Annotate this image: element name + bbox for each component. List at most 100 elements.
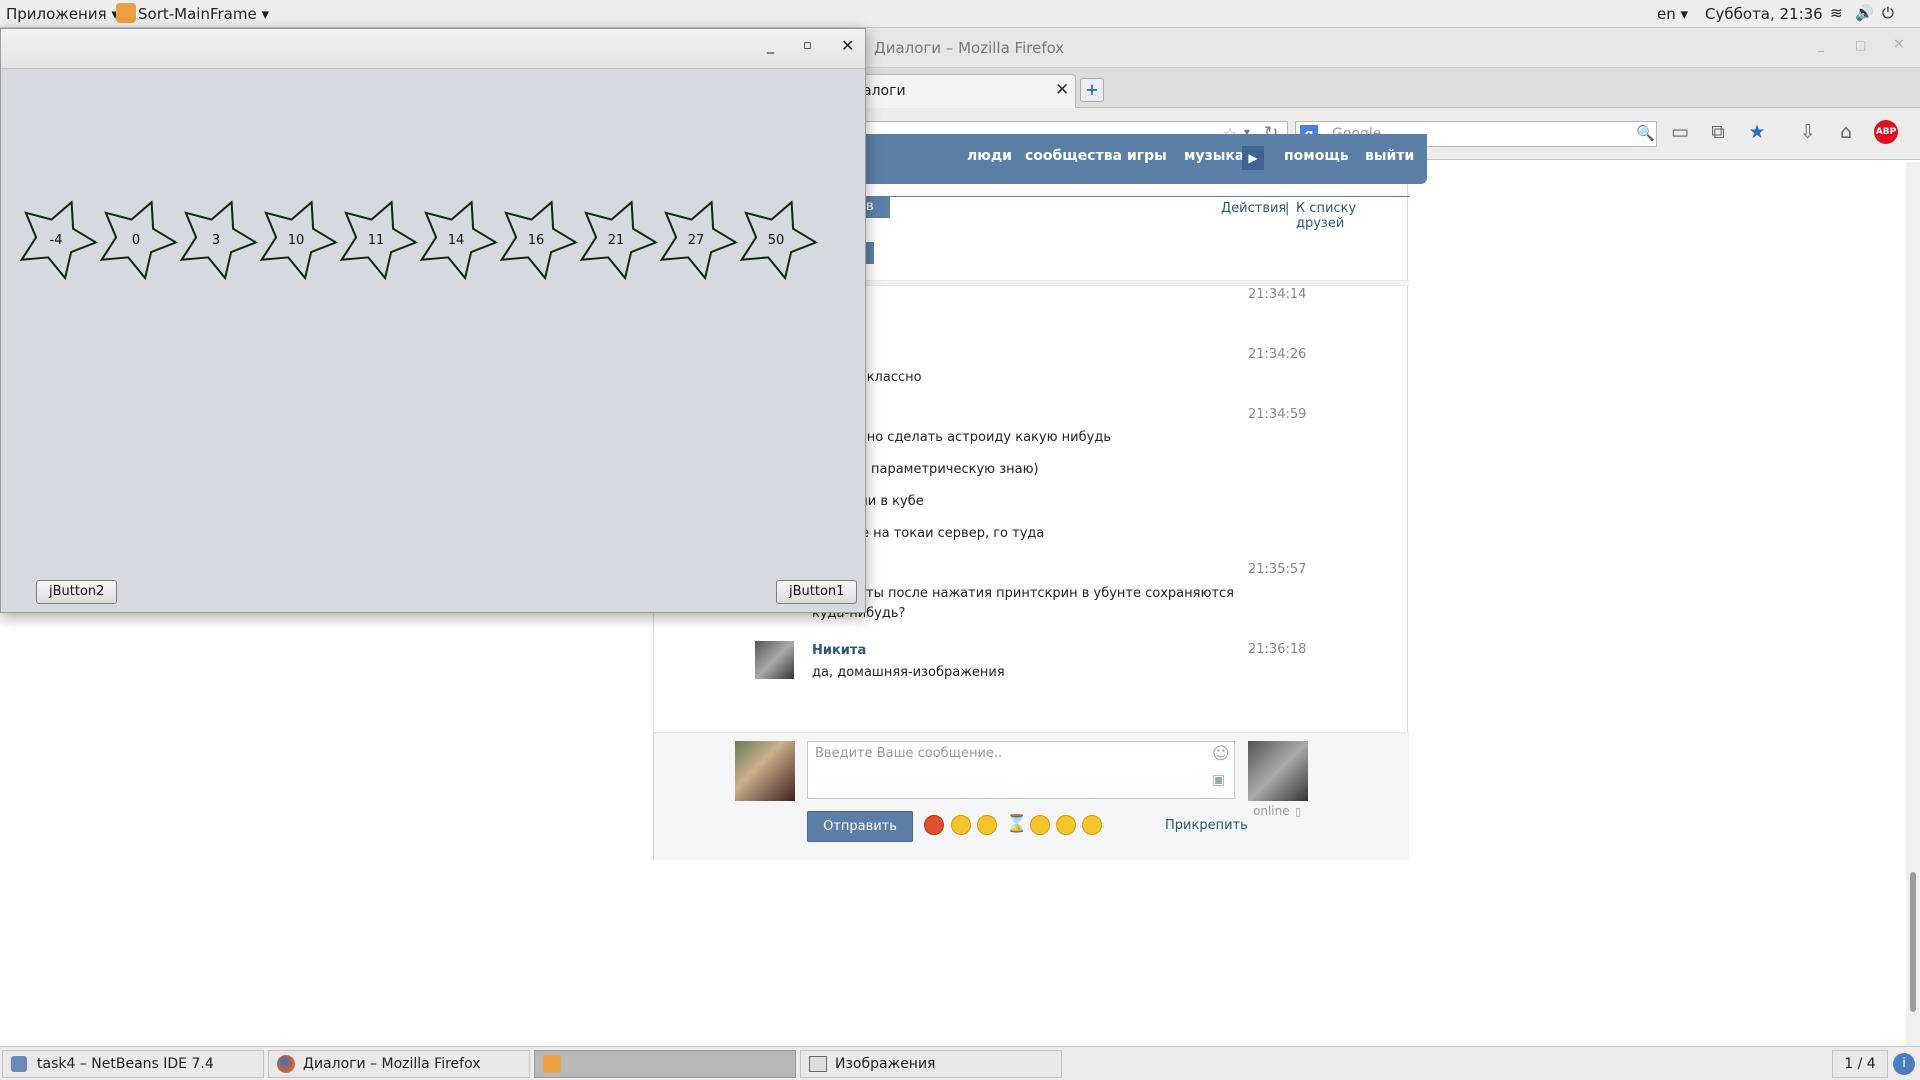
screenshot-icon[interactable]: ⧉ xyxy=(1706,120,1730,144)
nav-communities[interactable]: сообщества xyxy=(1025,148,1122,164)
java-maximize-icon[interactable]: ▫ xyxy=(803,38,812,53)
star-value: 21 xyxy=(608,233,625,248)
new-tab-button[interactable]: + xyxy=(1080,78,1104,102)
clock[interactable]: Суббота, 21:36 xyxy=(1705,5,1823,23)
nav-people[interactable]: люди xyxy=(967,148,1012,164)
star-1: 0 xyxy=(99,200,179,281)
star-6: 16 xyxy=(499,200,579,281)
emoji-smile-icon[interactable] xyxy=(977,815,997,835)
java-titlebar: _ ▫ ✕ xyxy=(1,29,865,69)
tab-close-icon[interactable]: ✕ xyxy=(1055,80,1069,100)
home-icon[interactable]: ⌂ xyxy=(1834,120,1858,144)
downloads-icon[interactable]: ⇩ xyxy=(1796,120,1820,144)
top-panel: Приложения ▾ Sort-MainFrame ▾ en ▾ Суббо… xyxy=(0,0,1920,28)
message-placeholder: Введите Ваше сообщение.. xyxy=(815,746,1003,761)
vk-header: люди сообщества игры музыка ▶ помощь вый… xyxy=(840,134,1427,184)
friend-avatar[interactable] xyxy=(1248,741,1308,801)
stars-panel: -4 0 3 10 11 14 16 21 27 50 xyxy=(19,200,819,281)
message-author[interactable]: Никита xyxy=(812,643,866,658)
jbutton2[interactable]: jButton2 xyxy=(36,580,118,604)
adblock-icon[interactable]: ABP xyxy=(1874,120,1898,144)
emoji-grin-icon[interactable] xyxy=(1056,815,1076,835)
tab-title: алоги xyxy=(863,83,906,99)
star-4: 11 xyxy=(339,200,419,281)
nav-games[interactable]: игры xyxy=(1127,148,1167,164)
star-value: -4 xyxy=(50,233,63,248)
search-icon[interactable]: 🔍 xyxy=(1636,124,1655,142)
message-text: е на токаи сервер, го туда xyxy=(861,526,1045,541)
star-value: 14 xyxy=(448,233,465,248)
notification-icon[interactable]: i xyxy=(1893,1053,1915,1075)
nav-music[interactable]: музыка xyxy=(1184,148,1244,164)
nav-logout[interactable]: выйти xyxy=(1365,148,1414,164)
star-8: 27 xyxy=(659,200,739,281)
send-button[interactable]: Отправить xyxy=(807,811,913,842)
active-app-menu[interactable]: Sort-MainFrame ▾ xyxy=(138,5,269,23)
firefox-window-title: Диалоги – Mozilla Firefox xyxy=(874,39,1065,57)
star-value: 10 xyxy=(288,233,305,248)
images-folder-icon xyxy=(809,1056,827,1072)
star-value: 3 xyxy=(212,233,220,248)
message-time: 21:34:59 xyxy=(1248,407,1307,422)
netbeans-icon xyxy=(11,1056,27,1072)
task-java-active[interactable] xyxy=(534,1050,796,1078)
my-avatar[interactable] xyxy=(735,741,795,801)
minimize-icon[interactable]: _ xyxy=(1818,38,1824,52)
emoji-hourglass-icon[interactable]: ⌛ xyxy=(1006,814,1027,834)
message-text: параметрическую знаю) xyxy=(871,462,1039,477)
bookmarks-icon[interactable]: ★ xyxy=(1745,120,1769,144)
task-firefox[interactable]: Диалоги – Mozilla Firefox xyxy=(268,1050,530,1078)
taskbar: task4 – NetBeans IDE 7.4 Диалоги – Mozil… xyxy=(0,1046,1920,1080)
star-value: 11 xyxy=(368,233,385,248)
java-close-icon[interactable]: ✕ xyxy=(841,36,854,55)
java-icon xyxy=(543,1055,561,1073)
java-app-icon xyxy=(116,3,136,23)
java-minimize-icon[interactable]: _ xyxy=(767,38,774,54)
task-label: Диалоги – Mozilla Firefox xyxy=(303,1056,481,1072)
emoji-angry-icon[interactable] xyxy=(924,815,944,835)
firefox-icon xyxy=(277,1055,295,1073)
emoji-blush-icon[interactable] xyxy=(1030,815,1050,835)
music-play-icon[interactable]: ▶ xyxy=(1242,146,1264,170)
emoji-big-grin-icon[interactable] xyxy=(1082,815,1102,835)
author-avatar[interactable] xyxy=(755,641,794,679)
task-label: Изображения xyxy=(835,1056,936,1072)
message-input[interactable]: Введите Ваше сообщение.. ☺ ▣ xyxy=(807,741,1235,799)
wifi-icon[interactable]: ≋ xyxy=(1830,4,1843,22)
online-status: online xyxy=(1253,804,1290,818)
attach-link[interactable]: Прикрепить xyxy=(1165,818,1248,833)
emoji-laugh-icon[interactable] xyxy=(951,815,971,835)
tab-dialogs[interactable]: алоги ✕ xyxy=(850,74,1076,108)
language-indicator[interactable]: en ▾ xyxy=(1657,5,1688,23)
message-text: да, домашняя-изображения xyxy=(812,665,1005,680)
message-time: 21:35:57 xyxy=(1248,562,1307,577)
applications-menu-label: Приложения xyxy=(6,5,107,23)
volume-icon[interactable]: 🔊 xyxy=(1855,4,1874,22)
applications-menu[interactable]: Приложения ▾ xyxy=(6,5,119,23)
star-value: 0 xyxy=(132,233,140,248)
camera-icon[interactable]: ▣ xyxy=(1212,772,1225,788)
power-icon[interactable]: ⏻ xyxy=(1882,4,1894,22)
actions-link[interactable]: Действия xyxy=(1221,201,1286,216)
jbutton1[interactable]: jButton1 xyxy=(776,580,858,604)
star-value: 16 xyxy=(528,233,545,248)
star-2: 3 xyxy=(179,200,259,281)
star-0: -4 xyxy=(19,200,99,281)
mobile-icon: ▯ xyxy=(1295,805,1302,818)
close-icon[interactable]: × xyxy=(1893,36,1905,52)
task-netbeans[interactable]: task4 – NetBeans IDE 7.4 xyxy=(2,1050,264,1078)
message-text: ты после нажатия принтскрин в убунте сох… xyxy=(866,586,1234,601)
message-text: жно сделать астроиду какую нибудь xyxy=(855,430,1111,445)
nav-help[interactable]: помощь xyxy=(1284,148,1349,164)
scrollbar-thumb[interactable] xyxy=(1910,872,1916,1012)
message-time: 21:36:18 xyxy=(1248,642,1307,657)
reader-icon[interactable]: ▭ xyxy=(1668,120,1692,144)
star-value: 50 xyxy=(768,233,785,248)
friends-list-link[interactable]: К списку друзей xyxy=(1296,201,1407,231)
workspace-switcher[interactable]: 1 / 4 xyxy=(1832,1050,1888,1078)
task-images[interactable]: Изображения xyxy=(800,1050,1062,1078)
maximize-icon[interactable]: □ xyxy=(1855,38,1866,52)
page-scrollbar[interactable] xyxy=(1906,162,1920,1046)
smiley-icon[interactable]: ☺ xyxy=(1212,744,1230,764)
message-time: 21:34:14 xyxy=(1248,287,1307,302)
